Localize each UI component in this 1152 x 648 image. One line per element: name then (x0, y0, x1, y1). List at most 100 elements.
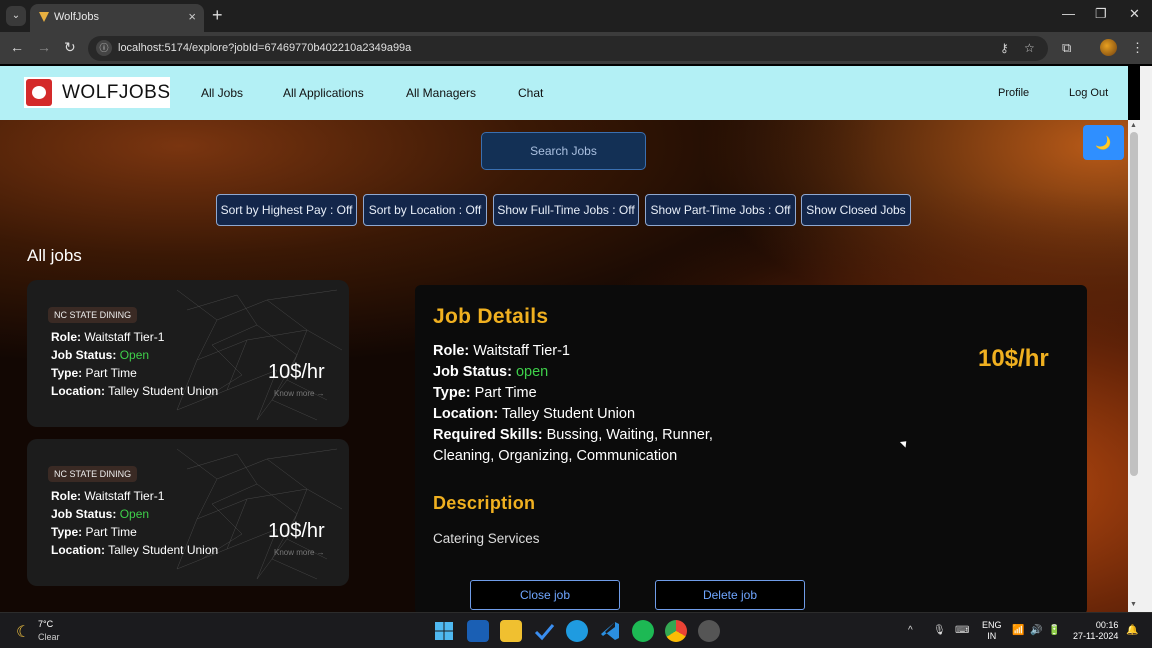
theme-toggle-button[interactable]: 🌙 (1083, 125, 1124, 160)
nav-all-jobs[interactable]: All Jobs (201, 86, 243, 100)
network-pattern-icon (176, 448, 343, 580)
back-icon[interactable]: ← (10, 39, 24, 55)
detail-pay: 10$/hr (978, 345, 1049, 372)
network-pattern-icon (176, 289, 343, 421)
keyboard-icon[interactable]: ⌨ (955, 625, 969, 636)
forward-icon[interactable]: → (37, 39, 51, 55)
volume-icon[interactable]: 🔊 (1030, 625, 1042, 636)
detail-skills: Required Skills: Bussing, Waiting, Runne… (433, 427, 713, 443)
address-bar[interactable]: ⓘ localhost:5174/explore?jobId=67469770b… (88, 36, 1048, 61)
nav-chat[interactable]: Chat (518, 86, 543, 100)
password-key-icon[interactable]: ⚷ (1000, 41, 1009, 55)
page-scrollbar[interactable]: ▲ ▼ (1128, 120, 1140, 612)
nav-all-applications[interactable]: All Applications (283, 86, 364, 100)
company-badge: NC STATE DINING (48, 466, 138, 482)
weather-temperature[interactable]: 7°C (38, 619, 53, 629)
job-status: Job Status: Open (51, 348, 150, 362)
notification-bell-icon[interactable]: 🔔 (1126, 625, 1138, 636)
job-type: Type: Part Time (51, 525, 137, 539)
job-location: Location: Talley Student Union (51, 543, 219, 557)
logo-text: WOLFJOBS (62, 82, 171, 103)
know-more-link[interactable]: Know more → (274, 389, 325, 398)
url-text[interactable]: localhost:5174/explore?jobId=67469770b40… (118, 42, 411, 54)
sort-location-button[interactable]: Sort by Location : Off (363, 194, 487, 226)
job-pay: 10$/hr (268, 361, 325, 383)
job-location: Location: Talley Student Union (51, 384, 219, 398)
show-full-time-button[interactable]: Show Full-Time Jobs : Off (493, 194, 639, 226)
vscode-icon[interactable] (599, 620, 621, 642)
show-part-time-button[interactable]: Show Part-Time Jobs : Off (645, 194, 796, 226)
chrome-icon[interactable] (665, 620, 687, 642)
company-badge: NC STATE DINING (48, 307, 138, 323)
tab-search-button[interactable]: ⌄ (6, 6, 26, 26)
detail-type: Type: Part Time (433, 385, 537, 401)
maximize-icon[interactable]: ❐ (1095, 6, 1107, 22)
window-close-icon[interactable]: ✕ (1129, 6, 1140, 22)
nav-all-managers[interactable]: All Managers (406, 86, 476, 100)
detail-location: Location: Talley Student Union (433, 406, 636, 422)
detail-role: Role: Waitstaff Tier-1 (433, 343, 570, 359)
edge-icon[interactable] (566, 620, 588, 642)
battery-icon[interactable]: 🔋 (1048, 625, 1060, 636)
site-logo[interactable]: WOLFJOBS (24, 77, 170, 108)
job-card[interactable]: NC STATE DINING Role: Waitstaff Tier-1 J… (27, 280, 349, 427)
minimize-icon[interactable]: — (1062, 6, 1075, 21)
moon-weather-icon[interactable]: ☾ (16, 622, 30, 642)
tray-chevron-icon[interactable]: ^ (908, 625, 913, 636)
windows-taskbar: ☾ 7°C Clear ^ 🎙 ⌨ ENG IN 📶 🔊 🔋 00:16 27-11… (0, 612, 1152, 648)
page-scroll-gutter (1140, 66, 1152, 612)
scroll-up-icon[interactable]: ▲ (1130, 122, 1137, 129)
browser-tab[interactable]: WolfJobs × (30, 4, 204, 32)
wolfjobs-favicon-icon (39, 12, 49, 22)
page-viewport: WOLFJOBS All Jobs All Applications All M… (0, 66, 1128, 612)
scrollbar-thumb[interactable] (1130, 132, 1138, 476)
delete-job-button[interactable]: Delete job (655, 580, 805, 610)
job-pay: 10$/hr (268, 520, 325, 542)
search-input[interactable]: Search Jobs (481, 132, 646, 170)
wifi-icon[interactable]: 📶 (1012, 625, 1024, 636)
tab-title: WolfJobs (54, 11, 100, 23)
detail-skills-continued: Cleaning, Organizing, Communication (433, 448, 678, 464)
wolf-logo-icon (26, 79, 52, 106)
job-type: Type: Part Time (51, 366, 137, 380)
job-details-heading: Job Details (433, 305, 549, 328)
nav-profile[interactable]: Profile (998, 87, 1029, 99)
site-info-icon[interactable]: ⓘ (96, 40, 112, 56)
file-explorer-icon[interactable] (500, 620, 522, 642)
spotify-icon[interactable] (632, 620, 654, 642)
new-tab-icon[interactable]: + (212, 5, 223, 26)
browser-tab-bar: ⌄ WolfJobs × + — ❐ ✕ (0, 0, 1152, 32)
site-header: WOLFJOBS All Jobs All Applications All M… (0, 66, 1128, 120)
all-jobs-heading: All jobs (27, 246, 82, 265)
language-indicator[interactable]: ENG IN (982, 620, 1002, 642)
job-role: Role: Waitstaff Tier-1 (51, 489, 165, 503)
system-clock[interactable]: 00:16 27-11-2024 (1073, 620, 1118, 642)
weather-condition[interactable]: Clear (38, 632, 60, 642)
show-closed-jobs-button[interactable]: Show Closed Jobs (801, 194, 911, 226)
scroll-down-icon[interactable]: ▼ (1130, 601, 1137, 608)
github-desktop-icon[interactable] (698, 620, 720, 642)
description-text: Catering Services (433, 531, 540, 546)
description-heading: Description (433, 493, 536, 513)
job-role: Role: Waitstaff Tier-1 (51, 330, 165, 344)
job-details-panel: Job Details Role: Waitstaff Tier-1 Job S… (415, 285, 1087, 612)
close-job-button[interactable]: Close job (470, 580, 620, 610)
nav-logout[interactable]: Log Out (1069, 87, 1108, 99)
microphone-icon[interactable]: 🎙 (933, 625, 946, 636)
job-status: Job Status: Open (51, 507, 150, 521)
sort-highest-pay-button[interactable]: Sort by Highest Pay : Off (216, 194, 357, 226)
job-card[interactable]: NC STATE DINING Role: Waitstaff Tier-1 J… (27, 439, 349, 586)
browser-toolbar: ← → ↻ ⓘ localhost:5174/explore?jobId=674… (0, 32, 1152, 64)
todo-icon[interactable] (533, 620, 555, 642)
outlook-icon[interactable] (467, 620, 489, 642)
extensions-icon[interactable]: ⧉ (1062, 40, 1071, 56)
know-more-link[interactable]: Know more → (274, 548, 325, 557)
browser-menu-icon[interactable]: ⋮ (1131, 40, 1144, 56)
bookmark-star-icon[interactable]: ☆ (1024, 41, 1035, 55)
moon-icon: 🌙 (1095, 135, 1112, 150)
reload-icon[interactable]: ↻ (64, 39, 76, 56)
windows-start-icon[interactable] (433, 620, 455, 642)
tab-close-icon[interactable]: × (188, 9, 196, 24)
browser-profile-avatar[interactable] (1100, 39, 1117, 56)
detail-status: Job Status: open (433, 364, 549, 380)
